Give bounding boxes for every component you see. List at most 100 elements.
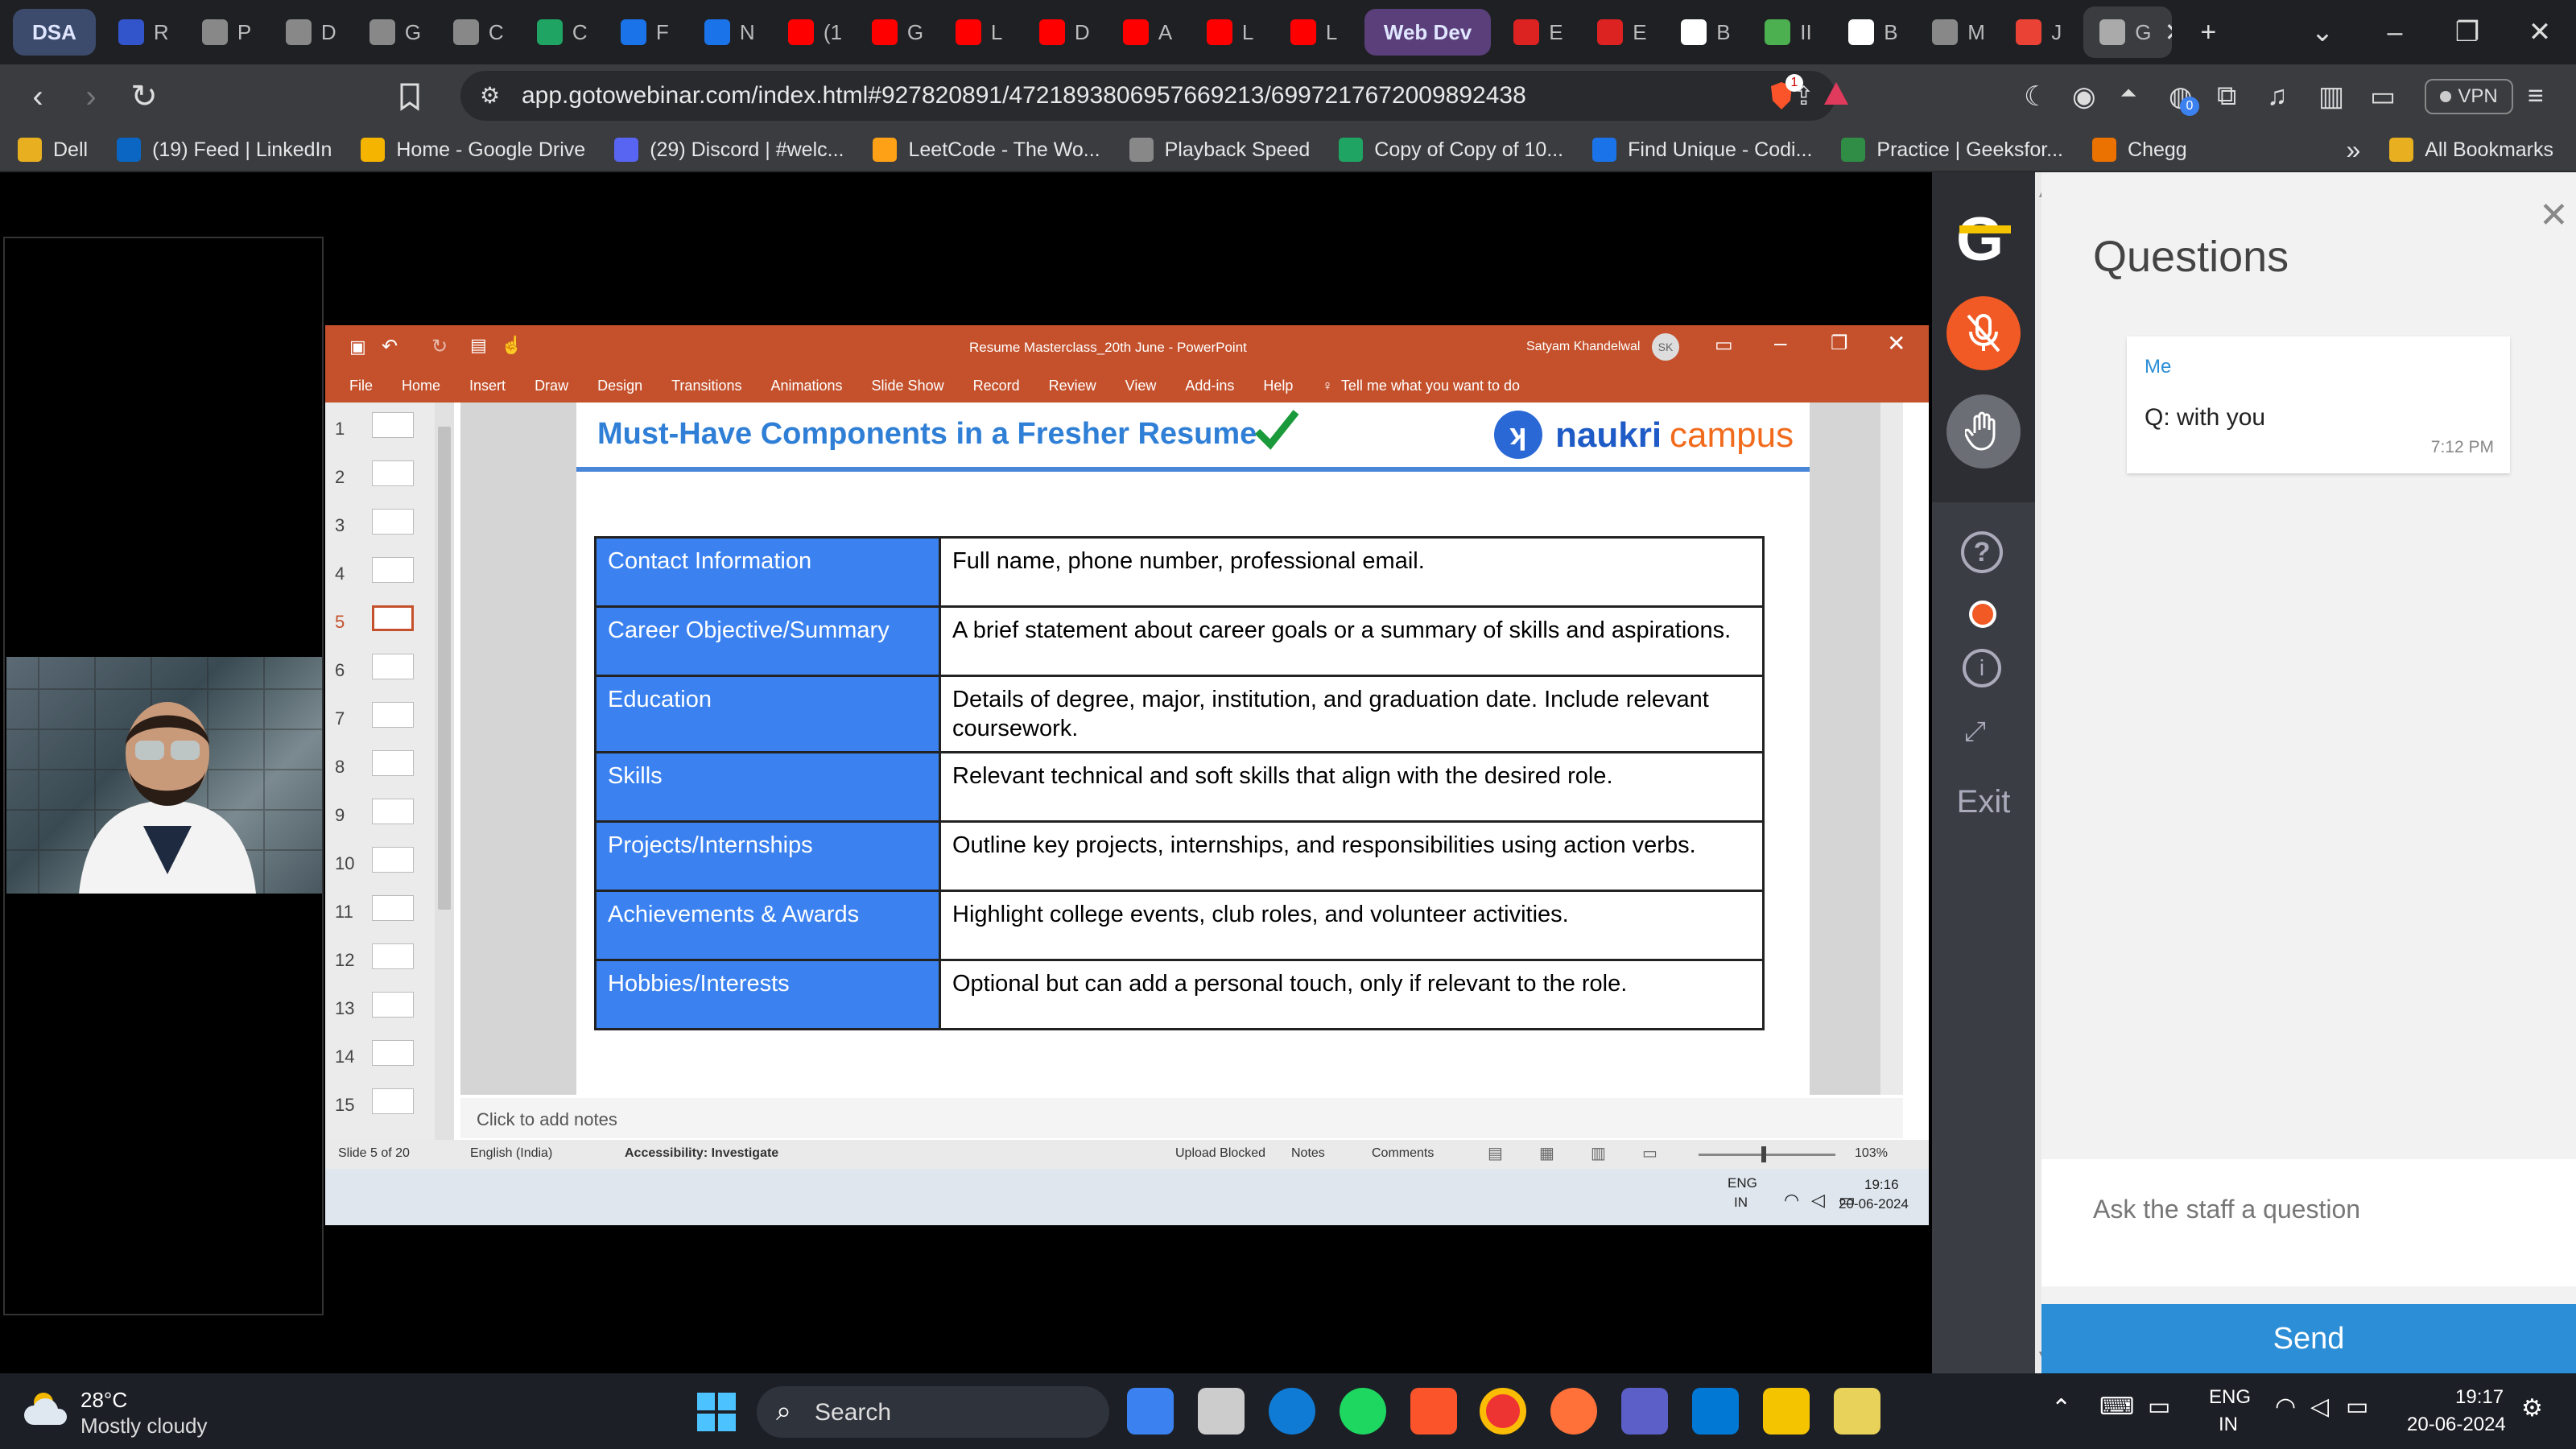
ribbon-tab[interactable]: Review [1049,378,1096,394]
wifi-icon[interactable]: ◠ [2275,1393,2296,1421]
bookmark-item[interactable]: (19) Feed | LinkedIn [117,138,332,162]
browser-tab[interactable]: D [1023,6,1107,58]
ppt-present-icon[interactable]: ▤ [470,335,487,356]
bookmark-item[interactable]: LeetCode - The Wo... [873,138,1100,162]
clock-date[interactable]: 20-06-2024 [2407,1414,2506,1436]
browser-tab[interactable]: C [437,6,521,58]
notes-toggle[interactable]: Notes [1291,1146,1325,1161]
ribbon-tab[interactable]: File [349,378,373,394]
ppt-touch-icon[interactable]: ☝ [501,335,522,356]
upload-blocked-status[interactable]: Upload Blocked [1175,1146,1265,1161]
ppt-restore-button[interactable]: ❐ [1831,332,1848,355]
slide-thumbnail[interactable]: 6 [335,654,440,689]
ribbon-tab[interactable]: Slide Show [872,378,944,394]
slide-thumbnail[interactable]: 15 [335,1088,440,1124]
reading-view-icon[interactable]: ▥ [1591,1143,1606,1163]
notepad-icon[interactable] [1834,1388,1880,1435]
ppt-ribbon-display-icon[interactable]: ▭ [1715,333,1733,357]
tab-search-icon[interactable]: ⌄ [2286,16,2359,48]
ppt-minimize-button[interactable]: – [1774,330,1787,356]
copilot-icon[interactable] [1127,1388,1174,1435]
ribbon-tab[interactable]: Insert [469,378,506,394]
volume-icon[interactable]: ◁ [2310,1393,2329,1421]
vscode-icon[interactable] [1692,1388,1739,1435]
slide-thumbnail[interactable]: 10 [335,847,440,882]
ribbon-tab[interactable]: Animations [770,378,842,394]
vpn-button[interactable]: VPN [2425,79,2513,114]
browser-tab[interactable]: E [1581,6,1665,58]
close-window-button[interactable]: ✕ [2504,16,2576,48]
browser-tab[interactable]: N [688,6,772,58]
task-view-icon[interactable] [1198,1388,1245,1435]
clock-time[interactable]: 19:17 [2455,1386,2504,1409]
browser-tab[interactable]: D [270,6,353,58]
slide-thumbnail[interactable]: 4 [335,557,440,592]
spellcheck-language[interactable]: English (India) [470,1146,552,1161]
exit-button[interactable]: Exit [1932,784,2035,820]
slide-thumbnail[interactable]: 12 [335,943,440,979]
browser-tab[interactable]: R [102,6,186,58]
slide-thumbnail[interactable]: 3 [335,509,440,544]
bookmark-item[interactable]: Home - Google Drive [361,138,585,162]
browser-tab[interactable]: (1 [772,6,856,58]
ribbon-tab[interactable]: View [1125,378,1157,394]
browser-tab[interactable]: B [1665,6,1748,58]
bookmark-star-icon[interactable] [398,82,451,111]
ribbon-tab[interactable]: Record [973,378,1020,394]
more-bookmarks-icon[interactable]: » [2346,135,2360,165]
raise-hand-button[interactable] [1946,394,2021,469]
show-hidden-icons[interactable]: ⌃ [2051,1394,2071,1422]
slide-thumbnail[interactable]: 2 [335,460,440,496]
browser-tab[interactable]: F [605,6,688,58]
bookmark-item[interactable]: Copy of Copy of 10... [1339,138,1563,162]
ribbon-tab[interactable]: Home [402,378,440,394]
weather-cloud-icon[interactable] [23,1386,74,1431]
reload-button[interactable]: ↻ [118,78,171,115]
info-icon[interactable]: i [1963,649,2001,687]
questions-icon[interactable]: ? [1961,531,2003,573]
forward-button[interactable]: › [64,79,118,115]
extensions-puzzle-icon[interactable]: ⧉ [2217,80,2236,112]
normal-view-icon[interactable]: ▤ [1488,1143,1503,1163]
ribbon-tab[interactable]: Transitions [671,378,741,394]
bookmark-item[interactable]: Dell [18,138,88,162]
firefox-icon[interactable] [1550,1388,1597,1435]
slide-thumbnail[interactable]: 1 [335,412,440,448]
edge-icon[interactable] [1269,1388,1315,1435]
dark-mode-moon-icon[interactable]: ☾ [2024,80,2048,113]
browser-tab[interactable]: E [1497,6,1581,58]
site-settings-icon[interactable]: ⚙ [480,82,500,109]
back-button[interactable]: ‹ [11,79,64,115]
browser-tab[interactable]: L [1274,6,1358,58]
tell-me-search[interactable]: Tell me what you want to do [1341,378,1520,394]
restore-button[interactable]: ❐ [2431,16,2504,48]
notes-pane[interactable]: Click to add notes [460,1098,1903,1138]
extension-arrow-icon[interactable]: ⏶ [2120,80,2137,106]
question-input[interactable]: Ask the staff a question [2041,1159,2576,1286]
bookmark-item[interactable]: Chegg [2092,138,2187,162]
all-bookmarks-button[interactable]: All Bookmarks [2389,138,2553,162]
taskbar-search-box[interactable]: ⌕ Search [757,1386,1109,1438]
browser-tab[interactable]: J [2000,6,2083,58]
slide-thumbnail[interactable]: 8 [335,750,440,786]
zoom-level[interactable]: 103% [1855,1146,1888,1161]
ribbon-tab[interactable]: Design [597,378,642,394]
browser-tab[interactable]: L [939,6,1023,58]
globe-extension-icon[interactable]: ◉ [2072,80,2096,113]
slide-thumbnail[interactable]: 11 [335,895,440,931]
zoom-slider[interactable] [1699,1146,1835,1162]
bookmark-item[interactable]: Playback Speed [1129,138,1310,162]
keyboard-icon[interactable]: ⌨ [2099,1393,2134,1421]
ppt-user-avatar[interactable]: SK [1652,333,1679,361]
slide-sorter-icon[interactable]: ▦ [1539,1143,1554,1163]
browser-tab[interactable]: G [856,6,939,58]
browser-tab[interactable]: B [1832,6,1916,58]
browser-tab[interactable]: A [1107,6,1191,58]
ribbon-tab[interactable]: Draw [535,378,568,394]
minimize-button[interactable]: – [2359,17,2431,48]
close-panel-icon[interactable]: ✕ [2539,195,2569,236]
browser-tab[interactable]: P [186,6,270,58]
wallet-icon[interactable]: ▭ [2370,80,2396,113]
bookmark-item[interactable]: (29) Discord | #welc... [614,138,844,162]
tab-group[interactable]: DSA [13,9,96,56]
